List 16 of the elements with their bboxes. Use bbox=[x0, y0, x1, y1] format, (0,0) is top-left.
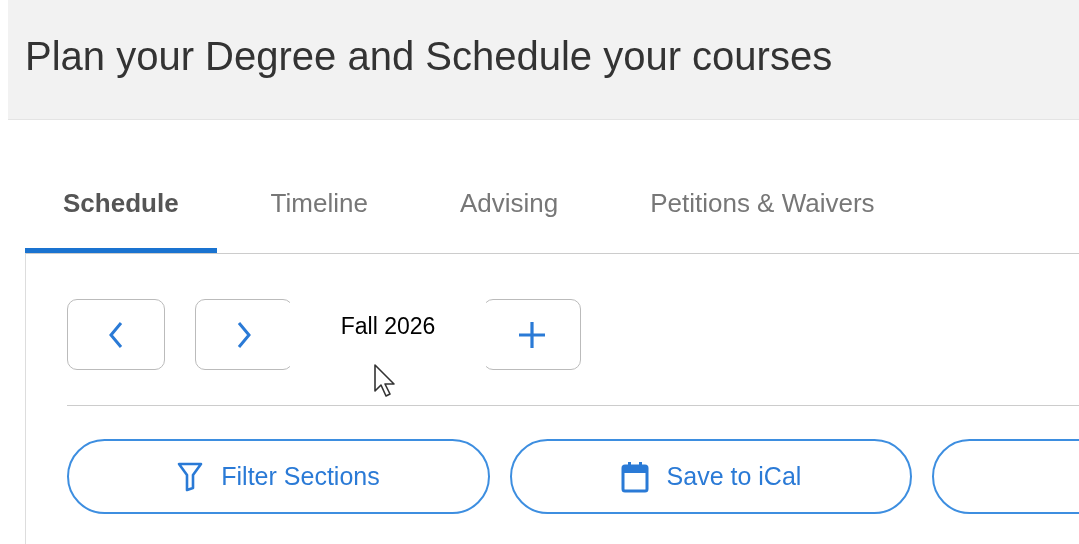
add-button[interactable] bbox=[483, 299, 581, 370]
chevron-right-icon bbox=[236, 320, 252, 349]
plus-icon bbox=[517, 319, 547, 350]
tab[interactable]: Schedule bbox=[25, 160, 217, 253]
tab[interactable]: Timeline bbox=[232, 160, 406, 253]
term-label: Fall 2026 bbox=[340, 313, 436, 340]
tab[interactable]: Advising bbox=[421, 160, 597, 253]
filter-icon bbox=[177, 461, 204, 492]
next-button[interactable] bbox=[195, 299, 293, 370]
chevron-left-icon bbox=[108, 320, 124, 349]
tab[interactable]: Petitions & Waivers bbox=[612, 160, 913, 253]
page-title: Plan your Degree and Schedule your courses bbox=[25, 33, 833, 80]
action-button[interactable]: Filter Sections bbox=[67, 439, 490, 514]
previous-button[interactable] bbox=[67, 299, 165, 370]
action-button[interactable]: Save to iCal bbox=[510, 439, 912, 514]
calendar-icon bbox=[620, 460, 649, 493]
